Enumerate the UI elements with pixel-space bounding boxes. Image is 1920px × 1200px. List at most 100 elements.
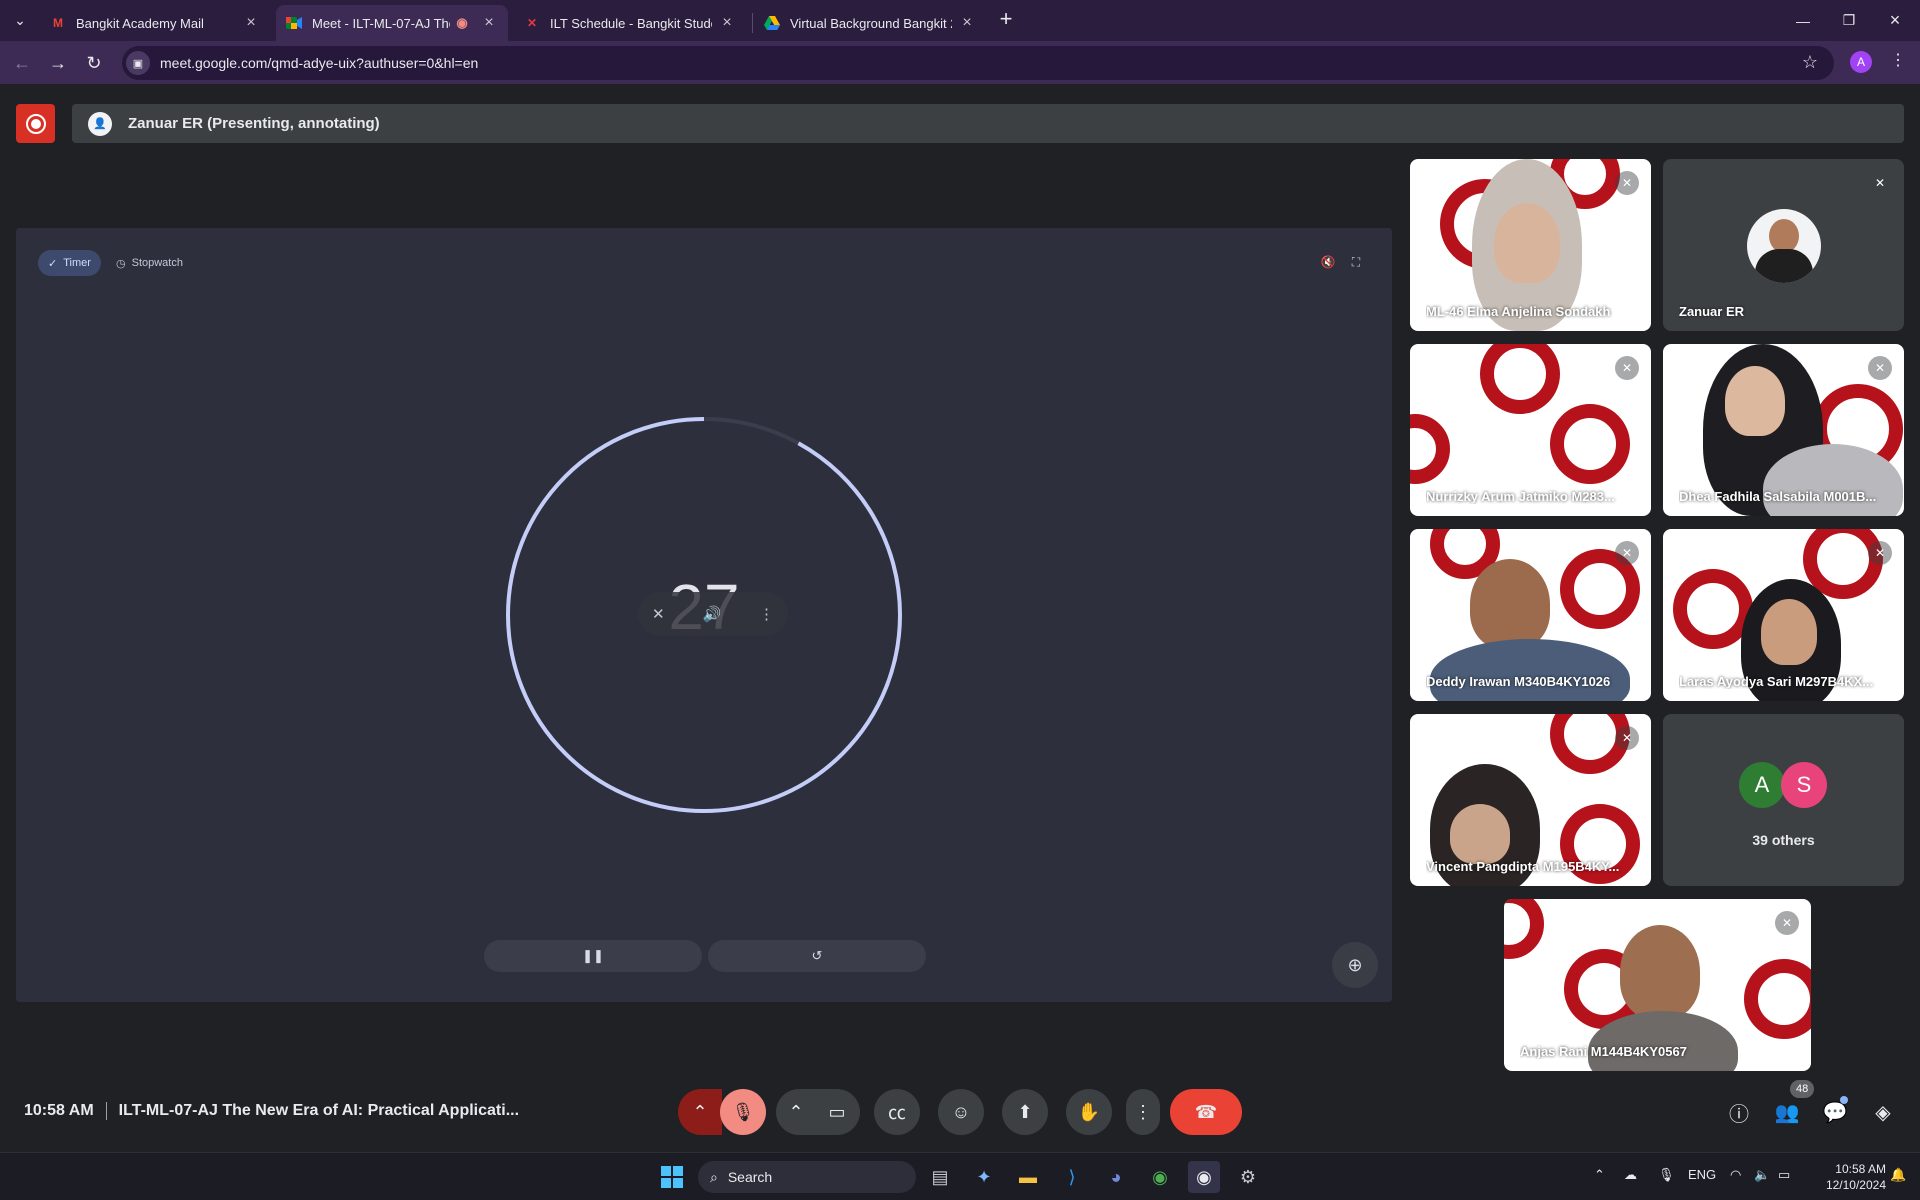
forward-button[interactable]: → [44, 49, 72, 77]
browser-menu-icon[interactable]: ⋮ [1888, 50, 1908, 74]
back-button[interactable]: ← [8, 49, 36, 77]
close-icon[interactable]: × [480, 14, 498, 32]
present-icon: ⬆ [1017, 1101, 1033, 1122]
video-options-button[interactable]: ⌃ [776, 1089, 816, 1135]
tile-overlay-controls: ✕ 🔊 ⋮ [638, 592, 788, 636]
audio-options-button[interactable]: ⌃ [678, 1089, 722, 1135]
wifi-icon[interactable]: ◠ [1730, 1167, 1741, 1183]
participant-tile[interactable]: ✕ Laras Ayodya Sari M297B4KX... [1663, 529, 1904, 701]
taskbar-clock[interactable]: 10:58 AM 12/10/2024 [1810, 1161, 1886, 1193]
stopwatch-mode-button[interactable]: ◷ Stopwatch [106, 250, 193, 276]
chevron-up-icon: ⌃ [692, 1101, 708, 1122]
more-options-button[interactable]: ⋮ [1126, 1089, 1160, 1135]
close-icon[interactable]: × [718, 14, 736, 32]
present-button[interactable]: ⬆ [1002, 1089, 1048, 1135]
tab-gmail[interactable]: M Bangkit Academy Mail × [40, 5, 270, 41]
restore-button[interactable]: ❐ [1826, 0, 1872, 41]
self-view-tile[interactable]: ✕ Anjas Rani M144B4KY0567 [1504, 899, 1811, 1071]
task-view-icon[interactable]: ▤ [924, 1161, 956, 1193]
reset-button[interactable]: ↺ [708, 940, 926, 972]
others-tile[interactable]: A S 39 others [1663, 714, 1904, 886]
participant-tile[interactable]: ✕ Nurrizky Arum Jatmiko M283... [1410, 344, 1651, 516]
clock-time: 10:58 AM [1835, 1162, 1886, 1176]
discord-icon[interactable]: ◕ [1100, 1161, 1132, 1193]
presenter-avatar: 👤 [88, 111, 112, 136]
participant-tile[interactable]: ✕ Dhea Fadhila Salsabila M001B... [1663, 344, 1904, 516]
microphone-button[interactable]: 🎙 [720, 1089, 766, 1135]
background-pattern [1550, 404, 1630, 484]
chrome-profile-icon[interactable]: ◉ [1188, 1161, 1220, 1193]
check-icon: ✓ [48, 257, 58, 270]
more-options-icon[interactable]: ⋮ [759, 605, 774, 623]
pause-button[interactable]: ❚❚ [484, 940, 702, 972]
tab-search-button[interactable]: ⌄ [8, 8, 32, 32]
close-icon[interactable]: × [958, 14, 976, 32]
participant-tile[interactable]: ✕ Deddy Irawan M340B4KY1026 [1410, 529, 1651, 701]
settings-icon[interactable]: ⚙ [1232, 1161, 1264, 1193]
meeting-info-button[interactable]: ⓘ [1723, 1098, 1755, 1126]
volume-icon[interactable]: 🔊 [702, 605, 721, 623]
notification-bell-icon[interactable]: 🔔 [1890, 1167, 1906, 1183]
close-icon[interactable]: × [242, 14, 260, 32]
drive-icon [764, 15, 780, 31]
copilot-icon[interactable]: ✦ [968, 1161, 1000, 1193]
reactions-button[interactable]: ☺ [938, 1089, 984, 1135]
participant-face [1620, 925, 1700, 1019]
tab-virtual-background[interactable]: Virtual Background Bangkit 202 × [754, 5, 986, 41]
record-icon [25, 113, 46, 134]
reload-button[interactable]: ↻ [80, 49, 108, 77]
raise-hand-button[interactable]: ✋ [1066, 1089, 1112, 1135]
activities-button[interactable]: ◈ [1867, 1098, 1899, 1126]
timer-mode-label: Timer [63, 257, 91, 269]
recording-button[interactable] [16, 104, 55, 143]
profile-avatar[interactable]: A [1850, 51, 1872, 73]
microphone-tray-icon[interactable]: 🎙 [1658, 1167, 1675, 1183]
start-button[interactable] [656, 1161, 688, 1193]
url-text: meet.google.com/qmd-adye-uix?authuser=0&… [160, 55, 479, 71]
participant-tile[interactable]: ✕ Vincent Pangdipta M195B4KY... [1410, 714, 1651, 886]
timer-mode-button[interactable]: ✓ Timer [38, 250, 101, 276]
battery-icon[interactable]: ▭ [1778, 1167, 1790, 1183]
others-label: 39 others [1752, 832, 1815, 848]
bangkit-icon: ✕ [526, 16, 538, 30]
onedrive-icon[interactable]: ☁ [1624, 1167, 1637, 1183]
emoji-icon: ☺ [951, 1101, 971, 1122]
captions-button[interactable]: ㏄ [874, 1089, 920, 1135]
pin-icon[interactable]: ✕ [652, 605, 665, 623]
participant-tile[interactable]: ✕ ML-46 Elma Anjelina Sondakh [1410, 159, 1651, 331]
language-indicator[interactable]: ENG [1688, 1167, 1716, 1182]
address-bar[interactable]: ▣ meet.google.com/qmd-adye-uix?authuser=… [122, 46, 1834, 80]
fullscreen-icon[interactable]: ⛶ [1346, 252, 1366, 272]
show-hidden-icons[interactable]: ⌃ [1594, 1167, 1605, 1183]
people-button[interactable]: 👥 [1771, 1098, 1803, 1126]
chrome-icon[interactable]: ◉ [1144, 1161, 1176, 1193]
participant-name: Laras Ayodya Sari M297B4KX... [1679, 674, 1874, 689]
leave-call-button[interactable]: ☎ [1170, 1089, 1242, 1135]
mute-sound-icon[interactable]: 🔇 [1318, 252, 1338, 272]
tab-meet[interactable]: Meet - ILT-ML-07-AJ The N ◉ × [276, 5, 508, 41]
camera-button[interactable]: ▭ [814, 1089, 860, 1135]
new-tab-button[interactable]: + [994, 8, 1018, 32]
file-explorer-icon[interactable]: ▬ [1012, 1161, 1044, 1193]
participant-clothing [1430, 639, 1630, 701]
people-icon: 👥 [1774, 1101, 1800, 1124]
participant-tile[interactable]: ✕ Zanuar ER [1663, 159, 1904, 331]
site-info-icon[interactable]: ▣ [126, 51, 150, 75]
participant-name: Zanuar ER [1679, 304, 1745, 319]
volume-icon[interactable]: 🔈 [1754, 1167, 1770, 1183]
minimize-button[interactable]: — [1780, 0, 1826, 41]
browser-toolbar: ← → ↻ ▣ meet.google.com/qmd-adye-uix?aut… [0, 41, 1920, 84]
participant-face [1725, 366, 1785, 436]
tab-divider [752, 13, 753, 33]
background-pattern [1504, 899, 1544, 959]
pause-icon: ❚❚ [582, 948, 604, 963]
taskbar-search[interactable]: ⌕ Search [698, 1161, 916, 1193]
close-window-button[interactable]: × [1872, 0, 1918, 41]
zoom-button[interactable]: ⊕ [1332, 942, 1378, 988]
bookmark-star-icon[interactable]: ☆ [1802, 52, 1818, 73]
tab-ilt-schedule[interactable]: ✕ ILT Schedule - Bangkit Student × [514, 5, 746, 41]
participant-count-badge: 48 [1790, 1080, 1815, 1098]
vscode-icon[interactable]: ⟩ [1056, 1161, 1088, 1193]
mic-off-icon: ✕ [1868, 356, 1892, 380]
zoom-icon: ⊕ [1347, 954, 1363, 975]
